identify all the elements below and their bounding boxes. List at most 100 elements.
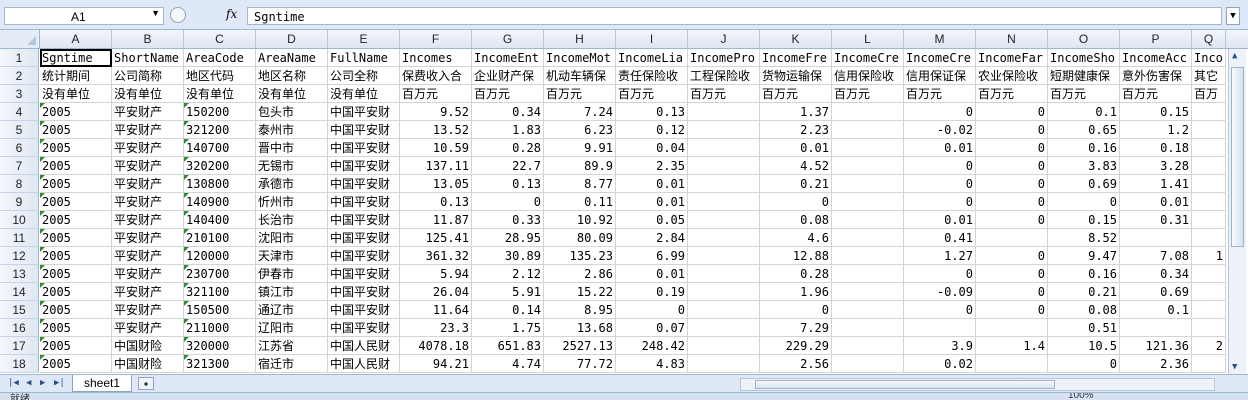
cell-a12[interactable]: 2005 [40,247,112,265]
cell-p5[interactable]: 1.2 [1120,121,1192,139]
cell-c17[interactable]: 320000 [184,337,256,355]
cell-q1[interactable]: Inco [1192,49,1226,67]
cell-d1[interactable]: AreaName [256,49,328,67]
cell-e1[interactable]: FullName [328,49,400,67]
cell-e2[interactable]: 公司全称 [328,67,400,85]
cell-g17[interactable]: 651.83 [472,337,544,355]
cell-b5[interactable]: 平安财产 [112,121,184,139]
cell-o4[interactable]: 0.1 [1048,103,1120,121]
cell-j8[interactable] [688,175,760,193]
cell-c16[interactable]: 211000 [184,319,256,337]
cell-c18[interactable]: 321300 [184,355,256,373]
cell-i2[interactable]: 责任保险收 [616,67,688,85]
cell-i9[interactable]: 0.01 [616,193,688,211]
cell-h9[interactable]: 0.11 [544,193,616,211]
row-header[interactable]: 2 [0,67,39,85]
cell-n15[interactable]: 0 [976,301,1048,319]
column-header-g[interactable]: G [472,30,544,48]
cell-d13[interactable]: 伊春市 [256,265,328,283]
formula-input[interactable]: Sgntime [247,7,1222,25]
cell-b9[interactable]: 平安财产 [112,193,184,211]
cell-o12[interactable]: 9.47 [1048,247,1120,265]
row-header[interactable]: 9 [0,193,39,211]
vertical-scroll-thumb[interactable] [1231,67,1244,247]
cell-b10[interactable]: 平安财产 [112,211,184,229]
cell-a13[interactable]: 2005 [40,265,112,283]
cell-l4[interactable] [832,103,904,121]
cell-l1[interactable]: IncomeCre [832,49,904,67]
cell-p12[interactable]: 7.08 [1120,247,1192,265]
cell-k12[interactable]: 12.88 [760,247,832,265]
cell-q3[interactable]: 百万 [1192,85,1226,103]
cell-e4[interactable]: 中国平安财 [328,103,400,121]
cell-q15[interactable] [1192,301,1226,319]
cell-j14[interactable] [688,283,760,301]
first-sheet-icon[interactable]: |◀ [8,378,19,388]
cell-n12[interactable]: 0 [976,247,1048,265]
cell-k10[interactable]: 0.08 [760,211,832,229]
cell-m3[interactable]: 百万元 [904,85,976,103]
cell-n10[interactable]: 0 [976,211,1048,229]
cell-h3[interactable]: 百万元 [544,85,616,103]
cell-o5[interactable]: 0.65 [1048,121,1120,139]
cell-f15[interactable]: 11.64 [400,301,472,319]
cell-k3[interactable]: 百万元 [760,85,832,103]
cell-m8[interactable]: 0 [904,175,976,193]
cell-i12[interactable]: 6.99 [616,247,688,265]
cell-g11[interactable]: 28.95 [472,229,544,247]
cell-j11[interactable] [688,229,760,247]
cell-l8[interactable] [832,175,904,193]
cell-m13[interactable]: 0 [904,265,976,283]
cell-o14[interactable]: 0.21 [1048,283,1120,301]
cell-q17[interactable]: 2 [1192,337,1226,355]
cell-j7[interactable] [688,157,760,175]
cell-e11[interactable]: 中国平安财 [328,229,400,247]
cell-o17[interactable]: 10.5 [1048,337,1120,355]
cell-e12[interactable]: 中国平安财 [328,247,400,265]
column-header-c[interactable]: C [184,30,256,48]
row-header[interactable]: 18 [0,355,39,373]
cell-q14[interactable] [1192,283,1226,301]
cell-c7[interactable]: 320200 [184,157,256,175]
cell-j10[interactable] [688,211,760,229]
chevron-down-icon[interactable]: ▼ [151,8,160,18]
cell-a4[interactable]: 2005 [40,103,112,121]
cell-a6[interactable]: 2005 [40,139,112,157]
cell-n5[interactable]: 0 [976,121,1048,139]
cell-g18[interactable]: 4.74 [472,355,544,373]
cell-o15[interactable]: 0.08 [1048,301,1120,319]
cell-o18[interactable]: 0 [1048,355,1120,373]
column-header-a[interactable]: A [40,30,112,48]
cell-n14[interactable]: 0 [976,283,1048,301]
cell-b18[interactable]: 中国财险 [112,355,184,373]
cell-e16[interactable]: 中国平安财 [328,319,400,337]
cell-d2[interactable]: 地区名称 [256,67,328,85]
cell-k17[interactable]: 229.29 [760,337,832,355]
cell-f17[interactable]: 4078.18 [400,337,472,355]
cell-g13[interactable]: 2.12 [472,265,544,283]
sheet-tab-sheet1[interactable]: sheet1 [72,375,132,392]
cell-f10[interactable]: 11.87 [400,211,472,229]
cell-o13[interactable]: 0.16 [1048,265,1120,283]
cell-p14[interactable]: 0.69 [1120,283,1192,301]
cell-f7[interactable]: 137.11 [400,157,472,175]
cell-i17[interactable]: 248.42 [616,337,688,355]
scroll-up-icon[interactable]: ▲ [1232,51,1237,61]
cell-e18[interactable]: 中国人民财 [328,355,400,373]
cell-g8[interactable]: 0.13 [472,175,544,193]
cell-d18[interactable]: 宿迁市 [256,355,328,373]
cell-f9[interactable]: 0.13 [400,193,472,211]
cell-d10[interactable]: 长治市 [256,211,328,229]
cell-j2[interactable]: 工程保险收 [688,67,760,85]
column-header-q[interactable]: Q [1192,30,1226,48]
last-sheet-icon[interactable]: ▶| [54,378,65,388]
cell-n8[interactable]: 0 [976,175,1048,193]
cell-c12[interactable]: 120000 [184,247,256,265]
cell-q11[interactable] [1192,229,1226,247]
cell-k15[interactable]: 0 [760,301,832,319]
column-header-n[interactable]: N [976,30,1048,48]
cell-p9[interactable]: 0.01 [1120,193,1192,211]
cell-m7[interactable]: 0 [904,157,976,175]
cell-l10[interactable] [832,211,904,229]
cell-q18[interactable] [1192,355,1226,373]
